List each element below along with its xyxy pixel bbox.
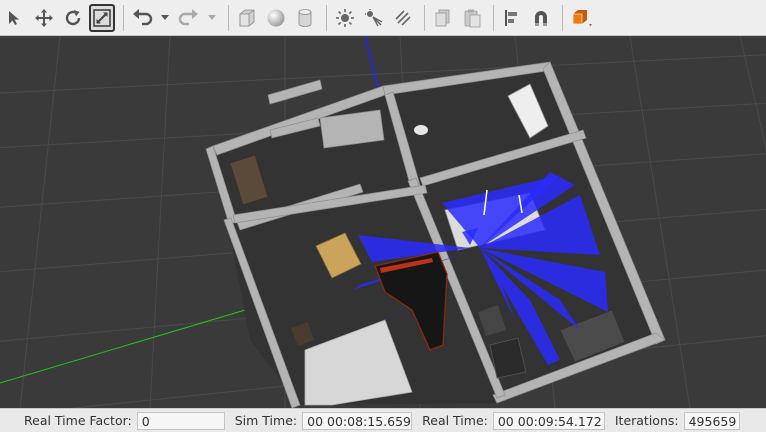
toolbar-separator (424, 4, 425, 31)
toolbar-separator (123, 4, 124, 31)
sim-time-label: Sim Time: (234, 413, 298, 428)
scale-icon[interactable] (89, 3, 115, 32)
iterations-label: Iterations: (614, 413, 679, 428)
status-bar: Real Time Factor: 0 Sim Time: 00 00:08:1… (0, 408, 766, 432)
align-icon[interactable] (499, 4, 525, 32)
view-angle-icon[interactable] (568, 4, 594, 32)
undo-dropdown-icon[interactable] (158, 4, 172, 32)
select-arrow-icon[interactable] (2, 4, 28, 32)
toolbar-separator (326, 4, 327, 31)
rotate-icon[interactable] (60, 4, 86, 32)
spot-light-icon[interactable] (361, 4, 387, 32)
cylinder-shape-icon[interactable] (292, 4, 318, 32)
toolbar-separator (493, 4, 494, 31)
real-time-field: 00 00:09:54.172 (492, 411, 605, 430)
sphere-shape-icon[interactable] (263, 4, 289, 32)
point-light-icon[interactable] (332, 4, 358, 32)
paste-icon[interactable] (459, 4, 485, 32)
main-toolbar (0, 0, 766, 36)
translate-icon[interactable] (31, 4, 57, 32)
copy-icon[interactable] (430, 4, 456, 32)
real-time-factor-label: Real Time Factor: (24, 413, 132, 428)
directional-light-icon[interactable] (390, 4, 416, 32)
real-time-factor-field: 0 (136, 411, 225, 430)
real-time-label: Real Time: (422, 413, 488, 428)
box-shape-icon[interactable] (234, 4, 260, 32)
iterations-field: 495659 (683, 411, 740, 430)
snap-icon[interactable] (528, 4, 554, 32)
toolbar-separator (228, 4, 229, 31)
redo-dropdown-icon[interactable] (205, 4, 219, 32)
undo-icon[interactable] (129, 4, 155, 32)
scene-viewport[interactable] (0, 36, 766, 408)
scene-render (0, 36, 766, 408)
toilet (414, 125, 428, 135)
sim-time-field: 00 00:08:15.659 (302, 411, 413, 430)
toolbar-separator (562, 4, 563, 31)
redo-icon[interactable] (176, 4, 202, 32)
